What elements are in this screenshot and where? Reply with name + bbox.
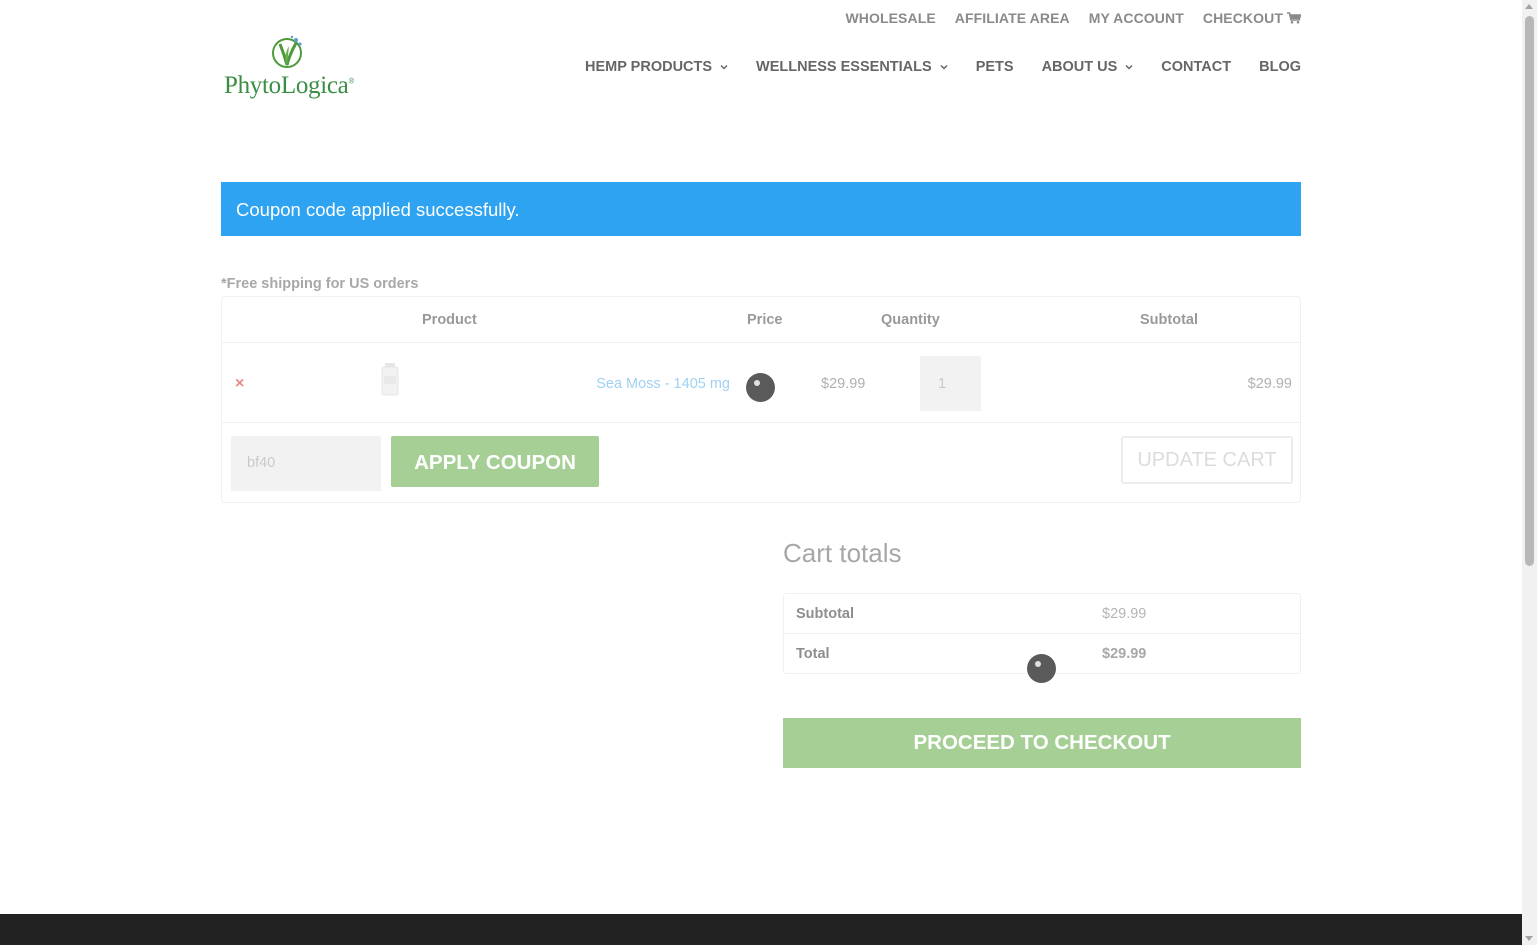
nav-blog-label: BLOG: [1259, 59, 1301, 75]
update-cart-button[interactable]: UPDATE CART: [1121, 436, 1293, 484]
apply-coupon-button[interactable]: APPLY COUPON: [391, 436, 599, 487]
nav-contact-label: CONTACT: [1161, 59, 1232, 75]
nav-blog[interactable]: BLOG: [1259, 59, 1301, 75]
subtotal-label: Subtotal: [796, 606, 854, 622]
cart-header-row: Product Price Quantity Subtotal: [222, 297, 1300, 343]
site-footer: [0, 914, 1522, 945]
header-product: Product: [422, 312, 477, 328]
quantity-input[interactable]: 1: [920, 356, 981, 411]
nav-contact[interactable]: CONTACT: [1161, 59, 1231, 75]
top-link-wholesale[interactable]: WHOLESALE: [845, 10, 935, 26]
loading-cursor-icon: [1027, 654, 1056, 683]
coupon-code-input[interactable]: bf40: [231, 436, 381, 491]
top-utility-nav: WHOLESALE AFFILIATE AREA MY ACCOUNT CHEC…: [845, 10, 1301, 26]
logo-text: PhytoLogica®: [224, 72, 355, 100]
remove-item-icon[interactable]: ×: [235, 375, 244, 393]
registered-mark-icon: ®: [348, 76, 355, 86]
loading-cursor-icon: [746, 373, 775, 402]
header-quantity: Quantity: [881, 312, 940, 328]
item-subtotal: $29.99: [1247, 376, 1292, 392]
header-price: Price: [747, 312, 783, 328]
nav-wellness-essentials[interactable]: WELLNESS ESSENTIALS: [756, 59, 948, 75]
item-price: $29.99: [821, 376, 866, 392]
scrollbar-thumb[interactable]: [1525, 16, 1534, 566]
total-label: Total: [796, 646, 830, 662]
cart-icon: [1287, 12, 1301, 24]
nav-pets[interactable]: PETS: [976, 59, 1014, 75]
product-thumbnail[interactable]: [380, 363, 400, 397]
top-link-checkout[interactable]: CHECKOUT: [1203, 10, 1301, 26]
top-link-checkout-label: CHECKOUT: [1202, 10, 1283, 26]
product-name-link[interactable]: Sea Moss - 1405 mg: [596, 376, 730, 392]
nav-about-us-label: ABOUT US: [1041, 59, 1118, 75]
cart-totals-title: Cart totals: [783, 538, 902, 568]
nav-wellness-essentials-label: WELLNESS ESSENTIALS: [756, 59, 932, 75]
top-link-affiliate-area[interactable]: AFFILIATE AREA: [955, 10, 1070, 26]
subtotal-value: $29.99: [1102, 606, 1147, 622]
leaf-logo-icon: [272, 35, 302, 68]
logo-wordmark: PhytoLogica: [224, 72, 349, 99]
nav-hemp-products[interactable]: HEMP PRODUCTS: [585, 59, 728, 75]
nav-about-us[interactable]: ABOUT US: [1042, 59, 1134, 75]
scroll-up-arrow-icon[interactable]: [1525, 4, 1533, 9]
nav-pets-label: PETS: [975, 59, 1014, 75]
nav-hemp-products-label: HEMP PRODUCTS: [585, 59, 713, 75]
page-scrollbar[interactable]: [1522, 0, 1537, 945]
header-subtotal: Subtotal: [1140, 312, 1198, 328]
scroll-down-arrow-icon[interactable]: [1525, 936, 1533, 941]
totals-subtotal-row: Subtotal $29.99: [784, 594, 1300, 634]
chevron-down-icon: [720, 64, 728, 70]
site-logo[interactable]: PhytoLogica®: [224, 34, 359, 104]
coupon-success-notice: Coupon code applied successfully.: [221, 182, 1301, 236]
proceed-to-checkout-button[interactable]: PROCEED TO CHECKOUT: [783, 718, 1301, 768]
main-nav: HEMP PRODUCTS WELLNESS ESSENTIALS PETS A…: [585, 59, 1301, 75]
shipping-note: *Free shipping for US orders: [221, 276, 419, 292]
chevron-down-icon: [1125, 64, 1133, 70]
chevron-down-icon: [940, 64, 948, 70]
top-link-my-account[interactable]: MY ACCOUNT: [1089, 10, 1184, 26]
total-value: $29.99: [1102, 646, 1147, 662]
